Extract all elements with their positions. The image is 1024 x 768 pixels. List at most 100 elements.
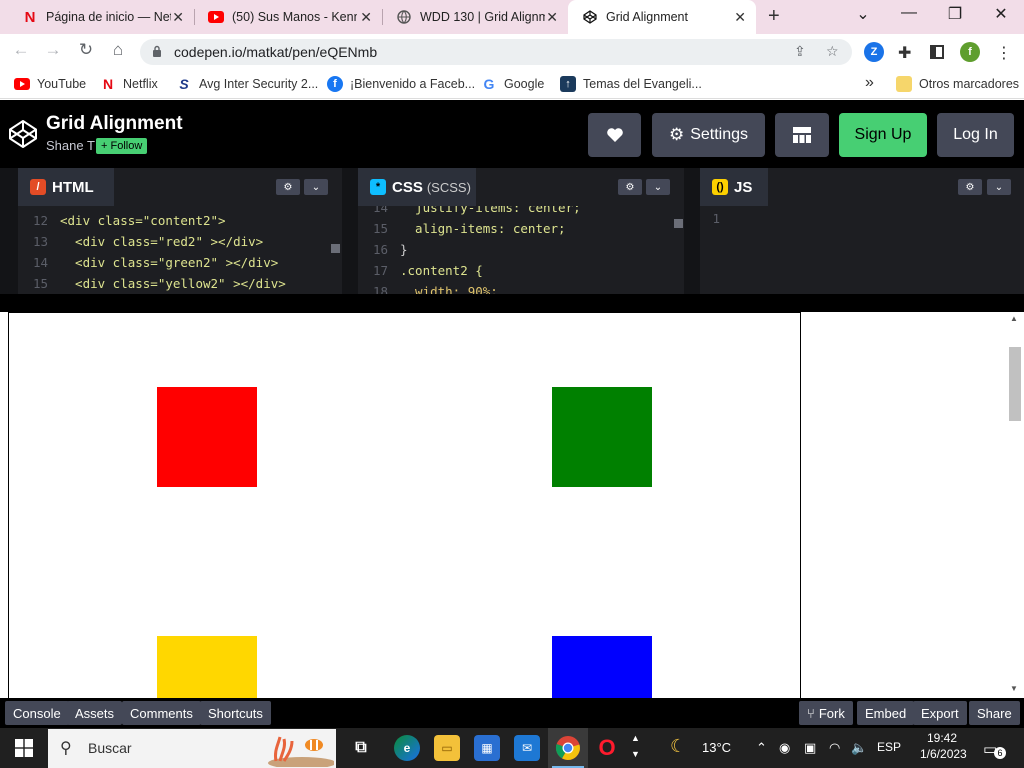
wifi-icon[interactable]: ◠ bbox=[829, 740, 840, 756]
fork-label: Fork bbox=[818, 705, 845, 721]
editor-scrollbar[interactable] bbox=[674, 219, 683, 228]
side-panel-icon[interactable] bbox=[930, 45, 944, 59]
editor-label: CSS bbox=[392, 178, 423, 196]
chevron-down-icon[interactable]: ⌄ bbox=[840, 4, 886, 24]
microsoft-store-icon[interactable]: ▦ bbox=[474, 735, 500, 761]
assets-button[interactable]: Assets bbox=[67, 701, 123, 725]
line-number: 15 bbox=[372, 221, 388, 236]
menu-icon[interactable]: ⋮ bbox=[996, 43, 1012, 63]
z-extension-icon[interactable]: Z bbox=[864, 42, 884, 62]
chevron-down-icon[interactable]: ⌄ bbox=[646, 179, 670, 195]
task-view-icon[interactable]: ⧉ bbox=[348, 735, 374, 761]
bookmark-netflix[interactable]: N Netflix bbox=[100, 76, 158, 92]
bookmark-avg[interactable]: S Avg Inter Security 2... bbox=[176, 76, 318, 92]
more-bookmarks-button[interactable]: » bbox=[865, 74, 874, 92]
language-indicator[interactable]: ESP bbox=[877, 740, 901, 754]
clock[interactable]: 19:42 1/6/2023 bbox=[920, 731, 967, 761]
signup-button[interactable]: Sign Up bbox=[839, 113, 927, 157]
scroll-down-icon[interactable]: ▼ bbox=[1010, 684, 1018, 693]
code-line: } bbox=[400, 242, 408, 257]
gear-icon[interactable]: ⚙ bbox=[276, 179, 300, 195]
change-view-button[interactable] bbox=[775, 113, 829, 157]
file-explorer-icon[interactable]: ▭ bbox=[434, 735, 460, 761]
share-icon[interactable]: ⇪ bbox=[794, 43, 806, 60]
bookmark-google[interactable]: G Google bbox=[481, 76, 545, 92]
minimize-button[interactable]: — bbox=[886, 4, 932, 22]
gear-icon[interactable]: ⚙ bbox=[958, 179, 982, 195]
weather-temperature[interactable]: 13°C bbox=[702, 740, 731, 755]
login-button[interactable]: Log In bbox=[937, 113, 1014, 157]
scrollbar-thumb[interactable] bbox=[1009, 347, 1021, 421]
back-button[interactable]: ← bbox=[8, 40, 34, 60]
chevron-up-icon[interactable]: ⌃ bbox=[756, 740, 767, 756]
codepen-logo-icon[interactable] bbox=[8, 119, 38, 149]
gear-icon[interactable]: ⚙ bbox=[618, 179, 642, 195]
tab-grid-alignment[interactable]: Grid Alignment ✕ bbox=[568, 0, 756, 34]
close-icon[interactable]: ✕ bbox=[360, 9, 372, 26]
shortcuts-button[interactable]: Shortcuts bbox=[200, 701, 271, 725]
embed-button[interactable]: Embed bbox=[857, 701, 915, 725]
login-label: Log In bbox=[953, 126, 998, 143]
bookmark-label: Netflix bbox=[123, 77, 158, 91]
close-icon[interactable]: ✕ bbox=[172, 9, 184, 26]
tab-youtube[interactable]: (50) Sus Manos - Kenne ✕ bbox=[194, 0, 382, 34]
windows-start-icon[interactable] bbox=[15, 739, 33, 757]
pen-author[interactable]: Shane T bbox=[46, 138, 95, 153]
comments-button[interactable]: Comments bbox=[122, 701, 201, 725]
record-icon[interactable]: ◉ bbox=[779, 740, 790, 756]
chrome-icon[interactable] bbox=[555, 735, 581, 761]
layout-icon bbox=[793, 127, 811, 143]
code-line: align-items: center; bbox=[400, 221, 566, 236]
restore-button[interactable]: ❐ bbox=[932, 4, 978, 24]
chevron-down-icon[interactable]: ⌄ bbox=[987, 179, 1011, 195]
css-editor-tab[interactable]: * CSS (SCSS) bbox=[358, 168, 476, 206]
bookmark-facebook[interactable]: f ¡Bienvenido a Faceb... bbox=[327, 76, 475, 92]
bookmark-youtube[interactable]: YouTube bbox=[14, 76, 86, 92]
js-code-editor[interactable]: 1 bbox=[700, 206, 1024, 294]
fork-button[interactable]: ⑂ Fork bbox=[799, 701, 853, 725]
volume-icon[interactable]: 🔈 bbox=[851, 740, 867, 756]
star-icon[interactable]: ☆ bbox=[826, 43, 839, 60]
html-code-editor[interactable]: 12 <div class="content2"> 13 <div class="… bbox=[18, 206, 342, 294]
blue-box bbox=[552, 636, 652, 699]
export-button[interactable]: Export bbox=[913, 701, 967, 725]
editor-divider[interactable] bbox=[684, 168, 700, 294]
url-text[interactable]: codepen.io/matkat/pen/eQENmb bbox=[174, 44, 377, 60]
reload-button[interactable]: ↻ bbox=[73, 40, 99, 60]
taskbar-scroll-arrows[interactable]: ▲ ▼ bbox=[631, 730, 640, 762]
facebook-icon: f bbox=[327, 76, 343, 92]
bookmark-label: ¡Bienvenido a Faceb... bbox=[350, 77, 476, 91]
preview-resizer[interactable] bbox=[0, 294, 1024, 312]
console-button[interactable]: Console bbox=[5, 701, 69, 725]
tab-wdd130[interactable]: WDD 130 | Grid Alignm ✕ bbox=[382, 0, 568, 34]
new-tab-button[interactable]: + bbox=[768, 5, 780, 28]
edge-icon[interactable]: e bbox=[394, 735, 420, 761]
close-icon[interactable]: ✕ bbox=[734, 9, 746, 26]
js-editor-tab[interactable]: () JS bbox=[700, 168, 768, 206]
html-editor-tab[interactable]: / HTML bbox=[18, 168, 114, 206]
scroll-up-icon[interactable]: ▲ bbox=[1010, 314, 1018, 323]
close-icon[interactable]: ✕ bbox=[546, 9, 558, 26]
like-button[interactable] bbox=[588, 113, 641, 157]
line-number: 15 bbox=[32, 276, 48, 291]
other-bookmarks-folder[interactable]: Otros marcadores bbox=[896, 76, 1019, 92]
mail-icon[interactable]: ✉ bbox=[514, 735, 540, 761]
profile-avatar[interactable]: f bbox=[960, 42, 980, 62]
follow-button[interactable]: + Follow bbox=[96, 138, 148, 154]
bookmark-temas[interactable]: ↑ Temas del Evangeli... bbox=[560, 76, 702, 92]
opera-icon[interactable]: O bbox=[594, 735, 620, 761]
device-icon[interactable]: ▣ bbox=[804, 740, 816, 756]
code-line: width: 90%; bbox=[400, 284, 498, 294]
lock-icon[interactable] bbox=[152, 45, 162, 57]
forward-button[interactable]: → bbox=[40, 40, 66, 60]
share-button[interactable]: Share bbox=[969, 701, 1020, 725]
editor-scrollbar[interactable] bbox=[331, 244, 340, 253]
home-icon[interactable]: ⌂ bbox=[105, 40, 131, 60]
settings-button[interactable]: ⚙ Settings bbox=[652, 113, 765, 157]
puzzle-icon[interactable]: ✚ bbox=[898, 43, 911, 63]
close-window-button[interactable]: ✕ bbox=[978, 4, 1024, 24]
tab-netflix[interactable]: N Página de inicio — Net ✕ bbox=[8, 0, 194, 34]
css-code-editor[interactable]: 14 justify-items: center; 15 align-items… bbox=[358, 206, 684, 294]
chevron-down-icon[interactable]: ⌄ bbox=[304, 179, 328, 195]
editor-divider[interactable] bbox=[342, 168, 358, 294]
